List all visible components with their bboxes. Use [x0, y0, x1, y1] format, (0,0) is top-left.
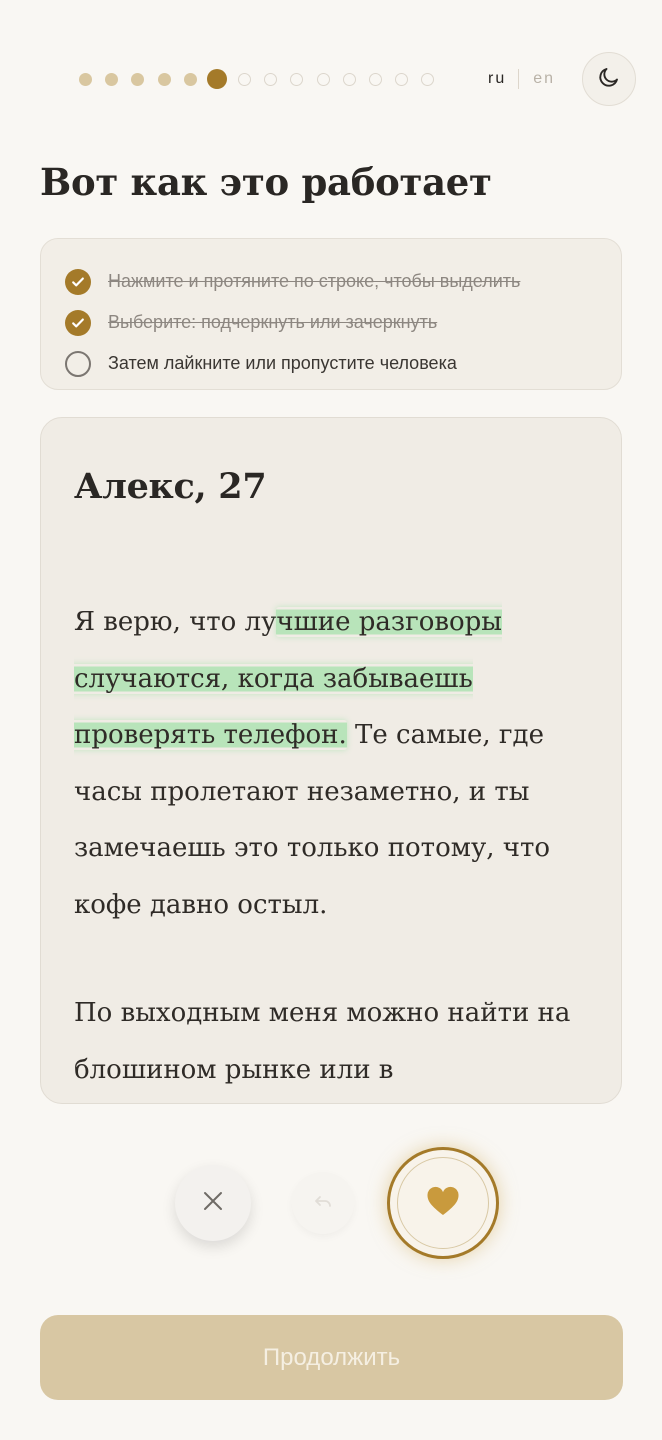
progress-dots [79, 69, 447, 89]
profile-card[interactable]: Алекс, 27 Я верю, что лучшие разговоры с… [40, 417, 622, 1104]
progress-dot-upcoming [264, 72, 278, 86]
progress-dot-upcoming [237, 72, 251, 86]
close-icon [202, 1190, 224, 1217]
progress-dot-upcoming [316, 72, 330, 86]
undo-icon [311, 1189, 335, 1218]
progress-dot-upcoming [421, 72, 435, 86]
profile-name-age: Алекс, 27 [74, 466, 267, 507]
top-bar: ru en [0, 52, 662, 106]
language-switcher: ru en [488, 69, 555, 89]
language-divider [518, 69, 520, 89]
checklist-item-text: Затем лайкните или пропустите человека [108, 353, 457, 373]
progress-dot-upcoming [290, 72, 304, 86]
progress-dot-completed [157, 72, 171, 86]
skip-button[interactable] [175, 1165, 251, 1241]
progress-dot-completed [79, 72, 92, 86]
undo-button[interactable] [292, 1172, 354, 1234]
progress-dot-completed [105, 72, 119, 86]
checklist-item-text: Выберите: подчеркнуть или зачеркнуть [108, 312, 438, 332]
profile-bio[interactable]: Я верю, что лучшие разговоры случаются, … [74, 594, 594, 1103]
language-option-en[interactable]: en [533, 70, 555, 88]
language-option-ru[interactable]: ru [488, 70, 506, 88]
moon-icon [597, 65, 621, 94]
progress-dot-upcoming [342, 72, 356, 86]
progress-dot-completed [183, 72, 197, 86]
theme-toggle-button[interactable] [582, 52, 636, 106]
heart-icon [426, 1186, 460, 1221]
bio-text: Я верю, что лу [74, 607, 277, 637]
progress-dot-upcoming [395, 72, 409, 86]
continue-button[interactable]: Продолжить [40, 1315, 623, 1400]
checklist-item-text: Нажмите и протяните по строке, чтобы выд… [108, 271, 521, 291]
checklist-item: Выберите: подчеркнуть или зачеркнуть [65, 302, 621, 343]
checkmark-icon [65, 309, 91, 336]
progress-dot-completed [131, 72, 145, 86]
bio-paragraph[interactable]: По выходным меня можно найти на блошином… [74, 985, 594, 1098]
page-title: Вот как это работает [40, 160, 492, 204]
progress-dot-current [206, 69, 227, 89]
progress-dot-upcoming [368, 72, 382, 86]
empty-circle-icon [65, 350, 91, 377]
checkmark-icon [65, 268, 91, 295]
instructions-checklist: Нажмите и протяните по строке, чтобы выд… [40, 238, 622, 390]
like-button[interactable] [387, 1147, 499, 1259]
like-button-ring [397, 1157, 489, 1249]
bio-paragraph[interactable]: Я верю, что лучшие разговоры случаются, … [74, 594, 594, 933]
checklist-item: Затем лайкните или пропустите человека [65, 343, 621, 384]
checklist-item: Нажмите и протяните по строке, чтобы выд… [65, 261, 621, 302]
